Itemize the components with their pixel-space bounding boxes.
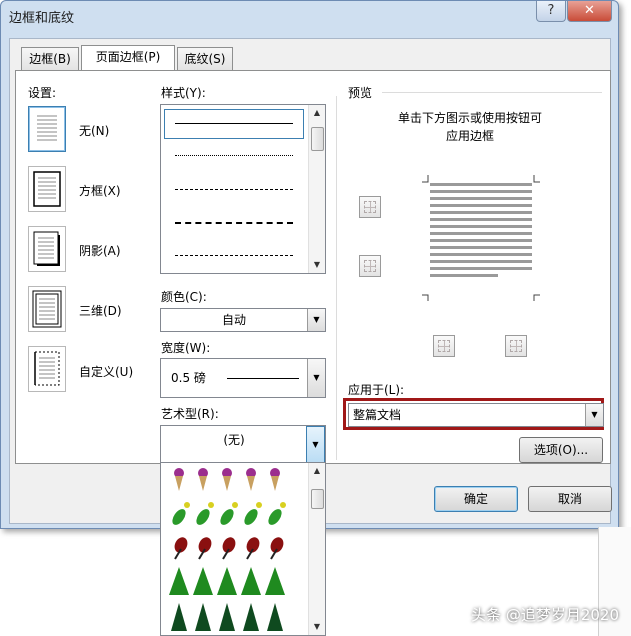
preview-hint-line1: 单击下方图示或使用按钮可 — [397, 111, 542, 125]
preview-divider — [382, 92, 602, 93]
color-select[interactable]: 自动 ▼ — [160, 308, 326, 332]
art-option-pepper-icon[interactable] — [165, 497, 305, 535]
setting-shadow-icon[interactable] — [28, 226, 66, 272]
chevron-down-icon[interactable]: ▼ — [585, 404, 603, 426]
width-line-sample — [227, 378, 299, 379]
scroll-thumb[interactable] — [311, 489, 324, 509]
width-select[interactable]: 0.5 磅 ▼ — [160, 358, 326, 398]
width-value: 0.5 磅 — [171, 371, 206, 385]
style-selected — [164, 109, 304, 139]
right-border-button[interactable] — [505, 335, 527, 357]
art-select[interactable]: (无) ▼ — [160, 425, 326, 464]
chevron-down-icon[interactable]: ▼ — [307, 359, 325, 397]
options-button[interactable]: 选项(O)... — [519, 437, 603, 463]
tab-shading[interactable]: 底纹(S) — [177, 47, 233, 70]
style-dotted-line[interactable] — [175, 155, 293, 156]
ok-button[interactable]: 确定 — [434, 486, 518, 512]
setting-custom-label[interactable]: 自定义(U) — [79, 363, 133, 380]
setting-3d-label[interactable]: 三维(D) — [79, 302, 122, 319]
style-scrollbar[interactable]: ▲ ▼ — [308, 105, 325, 273]
style-listbox[interactable]: ▲ ▼ — [160, 104, 326, 274]
scroll-down-icon[interactable]: ▼ — [309, 257, 325, 273]
setting-box-label[interactable]: 方框(X) — [79, 182, 121, 199]
chevron-down-icon[interactable]: ▼ — [307, 309, 325, 331]
art-scrollbar[interactable]: ▲ ▼ — [308, 463, 325, 635]
color-value: 自动 — [221, 313, 246, 327]
preview-page[interactable] — [418, 171, 544, 301]
setting-none-label[interactable]: 无(N) — [79, 122, 109, 139]
apply-select[interactable]: 整篇文档 ▼ — [348, 403, 604, 427]
dialog-title: 边框和底纹 — [9, 11, 75, 26]
top-border-button[interactable] — [359, 196, 381, 218]
style-heading: 样式(Y): — [161, 86, 206, 100]
scroll-down-icon[interactable]: ▼ — [309, 619, 325, 635]
apply-heading: 应用于(L): — [348, 383, 405, 397]
width-heading: 宽度(W): — [161, 341, 211, 355]
art-option-dark-tree-icon[interactable] — [165, 601, 305, 635]
settings-heading: 设置: — [28, 86, 57, 100]
column-separator — [336, 96, 337, 460]
art-dropdown-list[interactable]: ▲ ▼ — [160, 462, 326, 636]
help-button[interactable]: ? — [536, 1, 566, 22]
art-option-tree-icon[interactable] — [165, 565, 305, 605]
setting-none-icon[interactable] — [28, 106, 66, 152]
scroll-up-icon[interactable]: ▲ — [309, 105, 325, 121]
cancel-button[interactable]: 取消 — [528, 486, 612, 512]
setting-box-icon[interactable] — [28, 166, 66, 212]
style-dashed-line[interactable] — [175, 189, 293, 190]
left-border-button[interactable] — [433, 335, 455, 357]
preview-hint-line2: 应用边框 — [445, 129, 494, 143]
style-dash-dot-line[interactable] — [175, 255, 293, 256]
tab-borders[interactable]: 边框(B) — [21, 47, 79, 70]
watermark-text: 头条 @追梦岁月2020 — [471, 606, 619, 624]
setting-custom-icon[interactable] — [28, 346, 66, 392]
art-option-icecream-icon[interactable] — [165, 465, 305, 501]
color-heading: 颜色(C): — [161, 290, 207, 304]
style-solid-line[interactable] — [175, 123, 293, 124]
chevron-down-icon[interactable]: ▼ — [306, 426, 325, 464]
art-heading: 艺术型(R): — [161, 407, 219, 421]
close-button[interactable]: ✕ — [567, 1, 612, 22]
apply-value: 整篇文档 — [353, 408, 402, 422]
setting-shadow-label[interactable]: 阴影(A) — [79, 242, 121, 259]
scroll-thumb[interactable] — [311, 127, 324, 151]
preview-heading: 预览 — [348, 86, 373, 100]
art-option-rose-icon[interactable] — [165, 531, 305, 569]
scroll-up-icon[interactable]: ▲ — [309, 463, 325, 479]
setting-3d-icon[interactable] — [28, 286, 66, 332]
style-long-dash-line[interactable] — [175, 222, 293, 224]
tab-page-border[interactable]: 页面边框(P) — [81, 45, 175, 70]
bottom-border-button[interactable] — [359, 255, 381, 277]
art-value: (无) — [223, 433, 245, 447]
